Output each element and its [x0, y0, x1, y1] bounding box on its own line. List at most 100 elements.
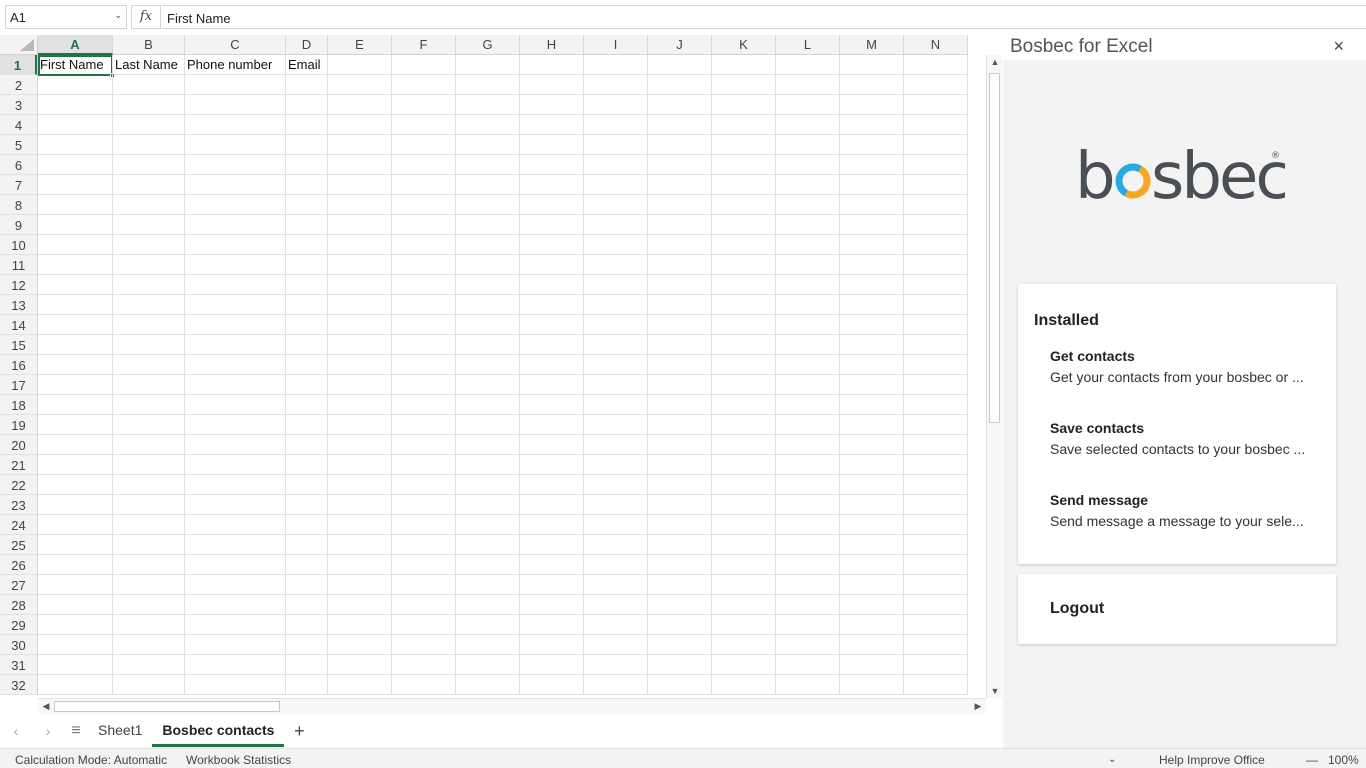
next-sheet-icon[interactable]: ›	[32, 723, 64, 739]
row-header-4[interactable]: 4	[0, 115, 37, 135]
column-header-e[interactable]: E	[328, 35, 392, 55]
row-header-30[interactable]: 30	[0, 635, 37, 655]
logout-card[interactable]: Logout	[1018, 574, 1336, 644]
row-header-24[interactable]: 24	[0, 515, 37, 535]
row-header-23[interactable]: 23	[0, 495, 37, 515]
column-header-j[interactable]: J	[648, 35, 712, 55]
calc-mode-status[interactable]: Calculation Mode: Automatic	[15, 753, 167, 767]
row-header-31[interactable]: 31	[0, 655, 37, 675]
column-gridline	[112, 55, 113, 695]
zoom-level[interactable]: 100%	[1328, 753, 1359, 767]
row-header-22[interactable]: 22	[0, 475, 37, 495]
send-message-item[interactable]: Send message Send message a message to y…	[1050, 492, 1320, 529]
column-gridline	[903, 55, 904, 695]
row-header-27[interactable]: 27	[0, 575, 37, 595]
cell-a1[interactable]: First Name	[40, 57, 104, 72]
row-header-8[interactable]: 8	[0, 195, 37, 215]
row-header-26[interactable]: 26	[0, 555, 37, 575]
column-gridline	[839, 55, 840, 695]
feature-description: Save selected contacts to your bosbec ..…	[1050, 441, 1306, 457]
column-header-d[interactable]: D	[286, 35, 328, 55]
column-gridline	[967, 55, 968, 695]
scroll-down-icon[interactable]: ▼	[988, 686, 1002, 696]
column-header-i[interactable]: I	[584, 35, 648, 55]
worksheet-grid: ABCDEFGHIJKLMN 1 2 3 4 5 6 7 8 9 10 11 12 13 14 15 16 17…	[0, 35, 1003, 715]
column-header-f[interactable]: F	[392, 35, 456, 55]
workbook-statistics-button[interactable]: Workbook Statistics	[186, 753, 291, 767]
sheet-tabs-bar: ‹ › ≡ Sheet1 Bosbec contacts +	[0, 715, 1003, 747]
zoom-out-button[interactable]: —	[1306, 753, 1318, 767]
row-header-21[interactable]: 21	[0, 455, 37, 475]
task-pane-title: Bosbec for Excel	[1010, 36, 1153, 57]
svg-text:sbec: sbec	[1151, 140, 1285, 210]
row-header-1[interactable]: 1	[0, 55, 37, 75]
sheet-list-menu-icon[interactable]: ≡	[64, 722, 88, 740]
vertical-scrollbar[interactable]: ▲ ▼	[986, 55, 1002, 698]
row-header-15[interactable]: 15	[0, 335, 37, 355]
column-header-h[interactable]: H	[520, 35, 584, 55]
row-header-2[interactable]: 2	[0, 75, 37, 95]
row-header-5[interactable]: 5	[0, 135, 37, 155]
row-header-16[interactable]: 16	[0, 355, 37, 375]
row-header-18[interactable]: 18	[0, 395, 37, 415]
cell-area[interactable]: First Name Last Name Phone number Email	[38, 55, 968, 695]
sheet-tab-sheet1[interactable]: Sheet1	[88, 715, 152, 747]
row-header-11[interactable]: 11	[0, 255, 37, 275]
row-header-20[interactable]: 20	[0, 435, 37, 455]
row-header-13[interactable]: 13	[0, 295, 37, 315]
column-header-c[interactable]: C	[185, 35, 286, 55]
row-header-19[interactable]: 19	[0, 415, 37, 435]
name-box[interactable]: A1 ⌄	[5, 5, 127, 29]
select-all-button[interactable]	[0, 35, 38, 55]
chevron-down-icon[interactable]: ⌄	[1108, 754, 1116, 765]
row-header-28[interactable]: 28	[0, 595, 37, 615]
column-header-k[interactable]: K	[712, 35, 776, 55]
scroll-left-icon[interactable]: ◀	[39, 701, 53, 712]
logout-button[interactable]: Logout	[1050, 600, 1104, 618]
vertical-scroll-thumb[interactable]	[989, 73, 1000, 423]
column-gridline	[327, 55, 328, 695]
row-header-6[interactable]: 6	[0, 155, 37, 175]
prev-sheet-icon[interactable]: ‹	[0, 723, 32, 739]
horizontal-scrollbar[interactable]: ◀ ▶	[38, 698, 986, 714]
row-header-29[interactable]: 29	[0, 615, 37, 635]
column-header-n[interactable]: N	[904, 35, 968, 55]
scroll-up-icon[interactable]: ▲	[988, 57, 1002, 67]
column-gridline	[711, 55, 712, 695]
row-header-12[interactable]: 12	[0, 275, 37, 295]
svg-text:b: b	[1075, 140, 1114, 210]
save-contacts-item[interactable]: Save contacts Save selected contacts to …	[1050, 420, 1320, 457]
row-header-10[interactable]: 10	[0, 235, 37, 255]
row-header-14[interactable]: 14	[0, 315, 37, 335]
horizontal-scroll-thumb[interactable]	[54, 701, 280, 712]
column-header-b[interactable]: B	[113, 35, 185, 55]
row-header-17[interactable]: 17	[0, 375, 37, 395]
help-improve-office-link[interactable]: Help Improve Office	[1159, 753, 1265, 767]
scroll-right-icon[interactable]: ▶	[971, 701, 985, 712]
formula-bar: A1 ⌄ fx First Name	[0, 0, 1366, 32]
insert-function-button[interactable]: fx	[131, 5, 161, 29]
column-header-g[interactable]: G	[456, 35, 520, 55]
sheet-tab-bosbec-contacts[interactable]: Bosbec contacts	[152, 715, 285, 747]
add-sheet-button[interactable]: +	[284, 721, 314, 742]
cell-b1[interactable]: Last Name	[115, 57, 178, 72]
row-header-9[interactable]: 9	[0, 215, 37, 235]
close-icon[interactable]: ×	[1333, 36, 1344, 57]
cell-d1[interactable]: Email	[288, 57, 321, 72]
column-header-a[interactable]: A	[38, 35, 113, 55]
column-header-l[interactable]: L	[776, 35, 840, 55]
feature-title: Get contacts	[1050, 348, 1135, 364]
column-header-m[interactable]: M	[840, 35, 904, 55]
installed-heading: Installed	[1034, 312, 1099, 329]
status-bar: Calculation Mode: Automatic Workbook Sta…	[0, 748, 1366, 768]
row-header-3[interactable]: 3	[0, 95, 37, 115]
cell-c1[interactable]: Phone number	[187, 57, 272, 72]
row-header-32[interactable]: 32	[0, 675, 37, 695]
row-header-7[interactable]: 7	[0, 175, 37, 195]
chevron-down-icon[interactable]: ⌄	[114, 10, 122, 21]
row-header-25[interactable]: 25	[0, 535, 37, 555]
name-box-value: A1	[10, 10, 26, 25]
get-contacts-item[interactable]: Get contacts Get your contacts from your…	[1050, 348, 1320, 385]
column-gridline	[775, 55, 776, 695]
formula-input[interactable]: First Name	[162, 5, 1366, 29]
